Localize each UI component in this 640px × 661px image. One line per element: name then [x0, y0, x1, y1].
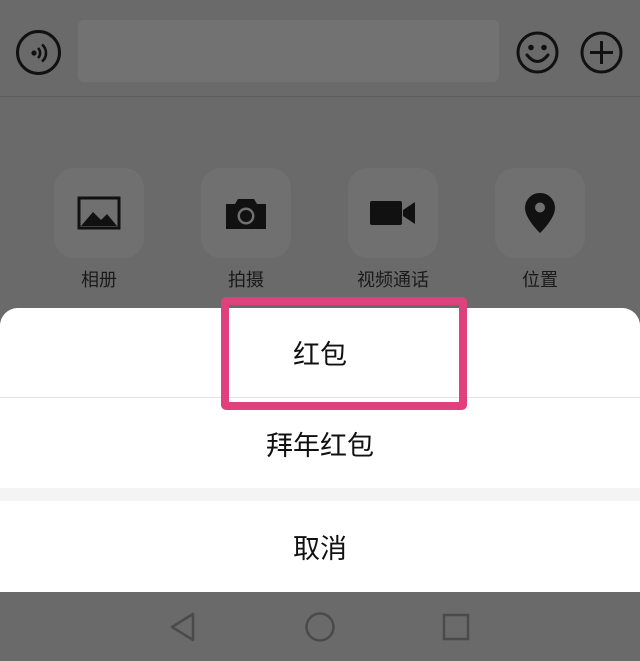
highlight-box [221, 297, 467, 410]
sheet-cancel-button[interactable]: 取消 [0, 501, 640, 592]
emoji-icon [516, 31, 559, 74]
emoji-button[interactable] [515, 30, 560, 75]
panel-item-video-call[interactable]: 视频通话 [348, 168, 438, 292]
image-icon [77, 196, 121, 230]
panel-item-camera[interactable]: 拍摄 [201, 168, 291, 292]
location-tile [495, 168, 585, 258]
system-nav-bar [0, 592, 640, 661]
album-tile [54, 168, 144, 258]
panel-item-label: 拍摄 [228, 270, 264, 291]
home-circle-icon [305, 612, 335, 642]
recents-square-icon [442, 613, 470, 641]
nav-home-button[interactable] [297, 604, 343, 650]
panel-item-location[interactable]: 位置 [495, 168, 585, 292]
voice-icon [30, 42, 47, 63]
panel-item-album[interactable]: 相册 [54, 168, 144, 292]
panel-item-label: 相册 [81, 270, 117, 291]
video-call-tile [348, 168, 438, 258]
nav-recents-button[interactable] [433, 604, 479, 650]
camera-tile [201, 168, 291, 258]
nav-back-button[interactable] [160, 604, 206, 650]
plus-icon [580, 31, 623, 74]
cancel-label: 取消 [293, 534, 347, 565]
sheet-option-new-year-red-packet[interactable]: 拜年红包 [0, 398, 640, 488]
chat-input-bar [0, 0, 640, 97]
video-icon [370, 201, 415, 225]
more-button[interactable] [579, 30, 624, 75]
panel-item-label: 视频通话 [357, 270, 429, 291]
back-triangle-icon [170, 612, 195, 642]
sheet-option-label: 拜年红包 [266, 430, 374, 462]
camera-icon [226, 199, 266, 229]
screen: 相册 拍摄 视频通话 位置 红包 拜年红包 取消 [0, 0, 640, 661]
panel-item-label: 位置 [522, 270, 558, 291]
voice-button[interactable] [16, 30, 61, 75]
message-input[interactable] [78, 20, 499, 82]
location-pin-icon [525, 193, 555, 233]
